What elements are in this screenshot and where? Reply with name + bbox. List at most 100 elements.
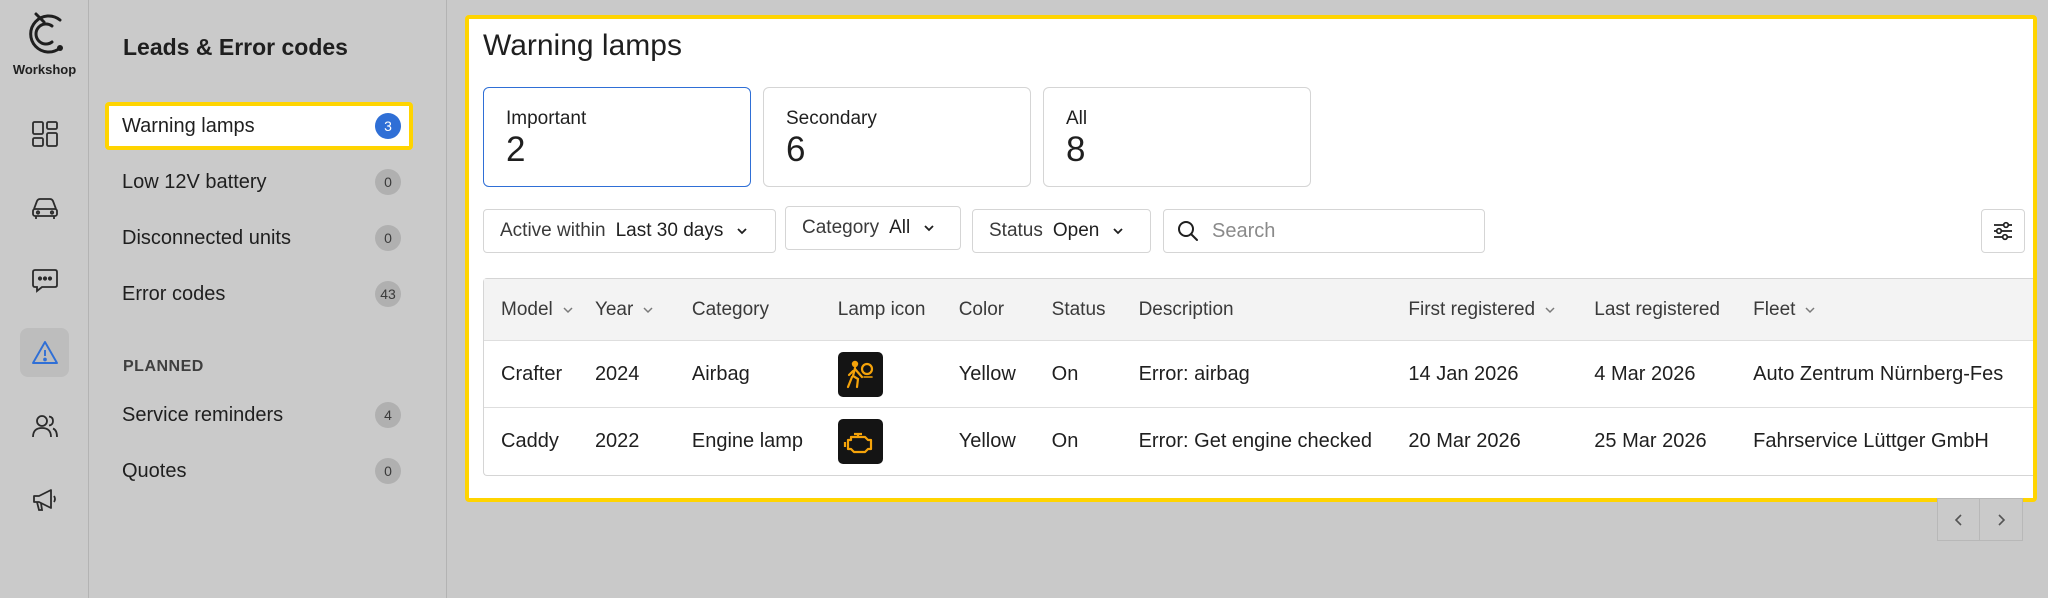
cell-status: On (1051, 362, 1079, 385)
filter-status[interactable]: Status Open (972, 209, 1151, 253)
rail-customers-button[interactable] (20, 401, 69, 450)
table-row[interactable]: Crafter 2024 Airbag Yellow On Error: air… (484, 341, 2033, 408)
filter-label: Category (802, 217, 880, 238)
cell-category: Airbag (691, 362, 750, 385)
column-header-color: Color (959, 299, 1052, 321)
chat-icon (31, 268, 58, 293)
dashboard-icon (31, 120, 58, 147)
warning-icon (31, 340, 58, 364)
stat-label: Important (506, 108, 587, 129)
nav-item-quotes[interactable]: Quotes 0 (105, 447, 413, 495)
warning-lamps-table: Model Year Category Lamp icon Color Stat… (483, 278, 2033, 476)
cell-color: Yellow (958, 362, 1016, 385)
cell-fleet: Fahrservice Lüttger GmbH (1753, 430, 1989, 452)
cell-last-registered: 4 Mar 2026 (1594, 362, 1696, 385)
chevron-down-icon (563, 306, 573, 313)
column-header-last-registered: Last registered (1594, 299, 1753, 321)
filter-value: Open (1052, 220, 1100, 241)
filter-label: Status (989, 220, 1043, 241)
stat-card-all[interactable]: All 8 (1043, 87, 1311, 187)
cell-first-registered: 20 Mar 2026 (1408, 430, 1521, 452)
column-label: First registered (1408, 298, 1536, 320)
table-row[interactable]: Caddy 2022 Engine lamp Yellow On Error: … (484, 408, 2033, 475)
filter-value: Last 30 days (615, 220, 724, 241)
cell-description: Error: Get engine checked (1138, 430, 1373, 452)
sliders-icon (1994, 221, 2012, 241)
column-header-first-registered[interactable]: First registered (1408, 299, 1594, 321)
cell-category: Engine lamp (691, 430, 804, 452)
pagination (1937, 498, 2023, 541)
filter-active-within[interactable]: Active within Last 30 days (483, 209, 776, 253)
nav-item-label: Quotes (122, 459, 187, 482)
cell-description: Error: airbag (1138, 362, 1250, 385)
count-badge: 43 (375, 281, 401, 307)
column-label: Color (958, 298, 1005, 320)
cell-lamp-icon (837, 419, 959, 464)
cell-last-registered: 25 Mar 2026 (1594, 430, 1707, 452)
cell-first-registered: 14 Jan 2026 (1408, 362, 1519, 385)
page-title: Warning lamps (483, 29, 682, 62)
rail-vehicles-button[interactable] (20, 182, 69, 231)
chevron-down-icon (643, 306, 653, 313)
stat-label: All (1066, 108, 1088, 129)
chevron-down-icon (1113, 228, 1123, 235)
nav-item-low-12v-battery[interactable]: Low 12V battery 0 (105, 158, 413, 206)
next-page-button[interactable] (1980, 498, 2023, 541)
filter-category[interactable]: Category All (785, 206, 961, 250)
column-label: Last registered (1594, 298, 1720, 320)
stat-value: 6 (786, 130, 806, 169)
nav-item-disconnected-units[interactable]: Disconnected units 0 (105, 214, 413, 262)
stat-value: 2 (506, 130, 526, 169)
rail-warnings-button[interactable] (20, 328, 69, 377)
column-header-description: Description (1139, 299, 1409, 321)
column-header-fleet[interactable]: Fleet (1753, 298, 2033, 321)
stat-card-important[interactable]: Important 2 (483, 87, 751, 187)
airbag-lamp-icon (837, 351, 883, 397)
column-header-lamp-icon: Lamp icon (838, 299, 959, 321)
cell-year: 2024 (594, 362, 640, 385)
nav-item-label: Error codes (122, 282, 226, 305)
column-header-model[interactable]: Model (484, 299, 595, 321)
stat-label: Secondary (786, 108, 877, 129)
chevron-left-icon (1954, 513, 1962, 526)
stat-value: 8 (1066, 130, 1086, 169)
subnav-title: Leads & Error codes (123, 34, 348, 60)
rail-dashboard-button[interactable] (20, 109, 69, 158)
users-icon (31, 414, 58, 437)
column-label: Year (594, 298, 634, 320)
nav-item-error-codes[interactable]: Error codes 43 (105, 270, 413, 318)
cell-status: On (1051, 430, 1079, 452)
nav-item-service-reminders[interactable]: Service reminders 4 (105, 391, 413, 439)
column-settings-button[interactable] (1981, 209, 2025, 253)
stat-card-secondary[interactable]: Secondary 6 (763, 87, 1031, 187)
rail-campaigns-button[interactable] (20, 474, 69, 523)
nav-item-label: Warning lamps (122, 114, 255, 137)
nav-item-warning-lamps[interactable]: Warning lamps 3 (105, 102, 413, 150)
column-label: Fleet (1753, 298, 1796, 320)
rail-messages-button[interactable] (20, 255, 69, 304)
column-label: Status (1051, 298, 1106, 320)
column-label: Model (501, 298, 553, 320)
cell-model: Caddy (501, 430, 559, 452)
cell-model: Crafter (501, 362, 563, 385)
count-badge: 0 (375, 225, 401, 251)
column-label: Lamp icon (837, 298, 926, 320)
column-header-year[interactable]: Year (595, 299, 692, 321)
cell-lamp-icon (837, 351, 959, 397)
nav-item-label: Service reminders (122, 403, 284, 426)
nav-item-label: Low 12V battery (122, 170, 267, 193)
search-input[interactable] (1212, 219, 1472, 243)
workshop-logo[interactable]: Workshop (0, 8, 89, 77)
search-box[interactable] (1163, 209, 1485, 253)
cell-color: Yellow (958, 430, 1016, 452)
nav-item-label: Disconnected units (122, 226, 291, 249)
table-header: Model Year Category Lamp icon Color Stat… (484, 279, 2033, 341)
search-icon (1178, 221, 1198, 241)
column-label: Description (1138, 298, 1234, 320)
chevron-down-icon (737, 228, 747, 235)
subnav: Leads & Error codes Warning lamps 3 Low … (89, 0, 447, 598)
prev-page-button[interactable] (1937, 498, 1980, 541)
filter-label: Active within (500, 220, 606, 241)
cell-year: 2022 (594, 430, 640, 452)
count-badge: 0 (375, 458, 401, 484)
